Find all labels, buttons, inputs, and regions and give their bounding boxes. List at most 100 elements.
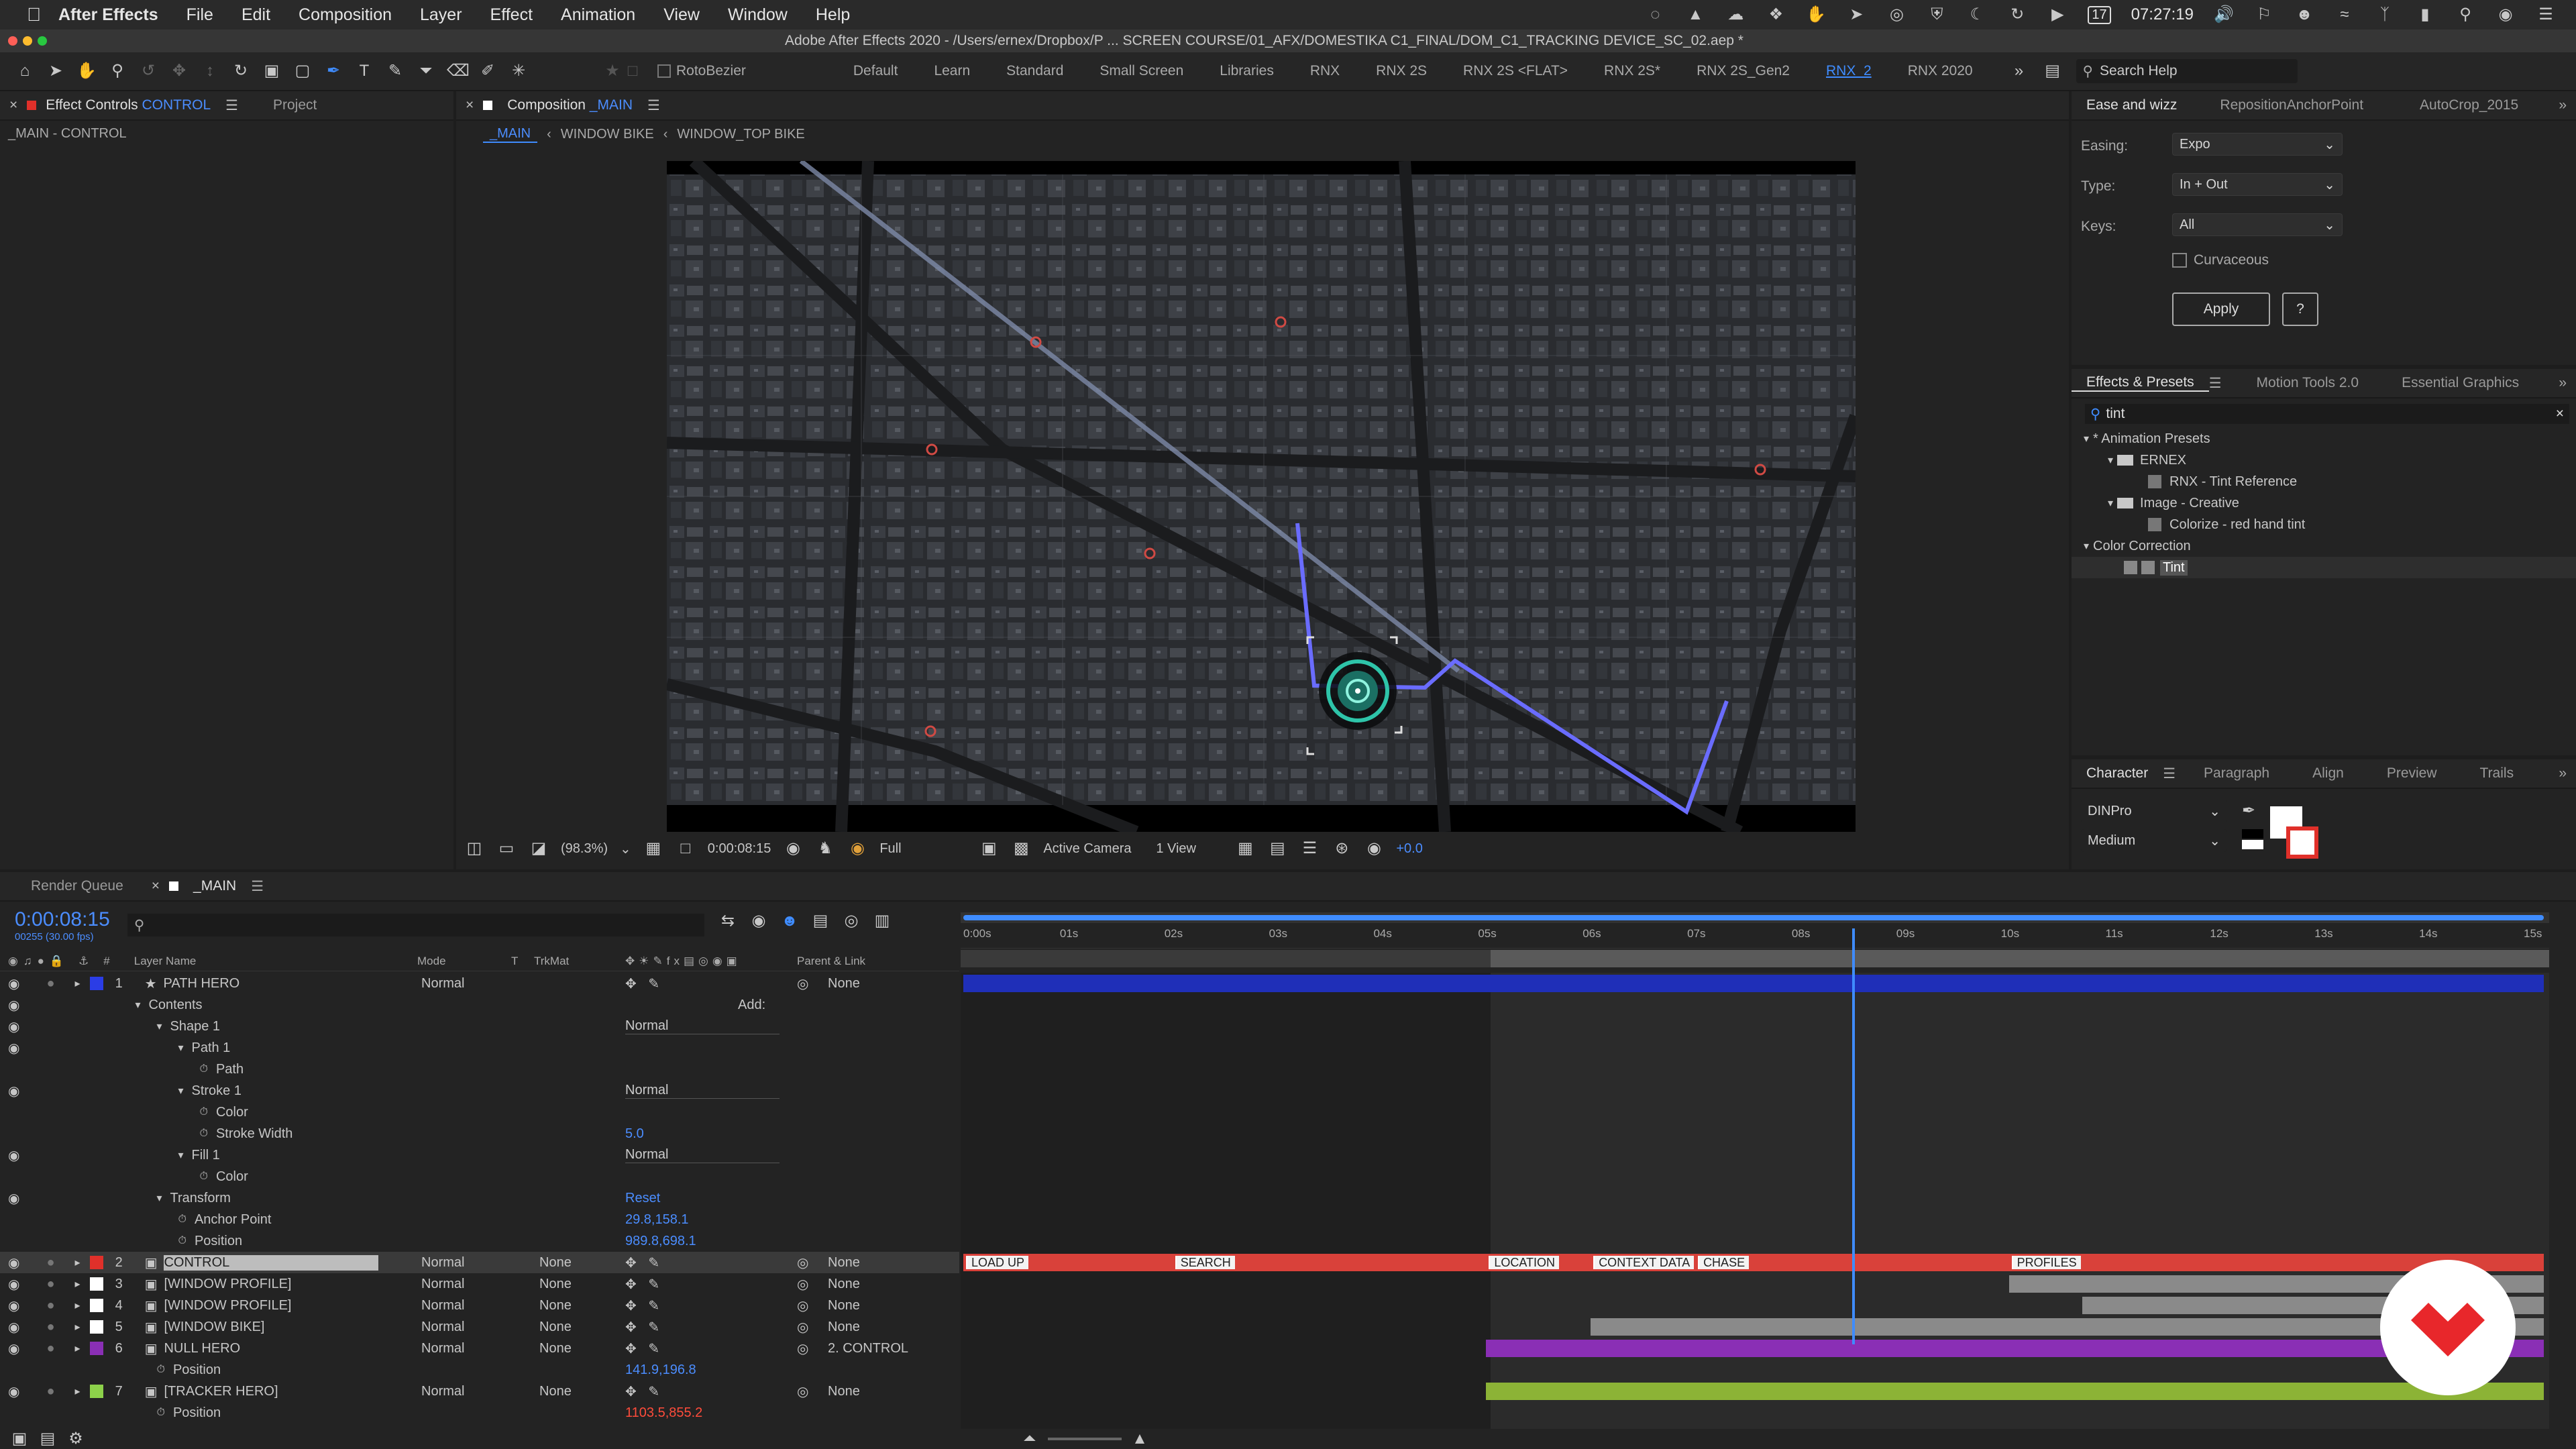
curvaceous-checkbox[interactable] (2172, 253, 2187, 268)
comp-marker[interactable]: CONTEXT DATA (1593, 1256, 1695, 1269)
tab-motion-tools[interactable]: Motion Tools 2.0 (2242, 375, 2374, 391)
property-row[interactable]: ◉⏱Path (0, 1059, 959, 1080)
view-layout-select[interactable]: 1 View (1156, 841, 1223, 857)
shy-layers-icon[interactable]: ☻ (780, 911, 800, 931)
parent-header[interactable]: Parent & Link (797, 955, 865, 968)
acrobat-icon[interactable]: ▲ (1685, 5, 1705, 25)
disclosure-triangle-icon[interactable]: ▾ (2108, 453, 2113, 467)
brush-tool-icon[interactable]: ✎ (385, 61, 405, 81)
home-icon[interactable]: ⌂ (15, 61, 35, 81)
property-row[interactable]: ◉ ▾ Shape 1 Normal (0, 1016, 959, 1037)
layer-name[interactable]: [WINDOW PROFILE] (164, 1298, 378, 1313)
menu-animation[interactable]: Animation (561, 5, 635, 25)
label-color-swatch[interactable] (89, 1320, 103, 1334)
workspace-learn[interactable]: Learn (934, 63, 970, 79)
tab-paragraph[interactable]: Paragraph (2189, 765, 2284, 782)
disclosure-triangle-icon[interactable]: ▾ (2084, 432, 2089, 445)
layer-mode[interactable]: Normal (421, 1341, 464, 1356)
type-tool-icon[interactable]: T (354, 61, 374, 81)
comp-marker[interactable]: PROFILES (2011, 1256, 2081, 1269)
effects-search-field[interactable]: ⚲ tint × (2085, 404, 2569, 424)
sync-settings-icon[interactable]: ▤ (2043, 61, 2063, 81)
layer-switches[interactable]: ✥ ✎ (625, 1319, 663, 1336)
work-area-range[interactable] (1491, 950, 2549, 967)
layer-mode[interactable]: Normal (421, 1277, 464, 1292)
eye-icon[interactable]: ◉ (8, 1319, 19, 1336)
layer-switches[interactable]: ✥ ✎ (625, 1297, 663, 1314)
menu-composition[interactable]: Composition (299, 5, 392, 25)
layer-name[interactable]: [WINDOW PROFILE] (164, 1277, 378, 1292)
layer-name[interactable]: NULL HERO (164, 1341, 378, 1356)
disclosure-triangle-icon[interactable]: ▾ (178, 1084, 183, 1097)
more-tabs-icon[interactable]: » (2559, 765, 2567, 782)
close-tab-icon[interactable]: × (9, 97, 17, 113)
panel-menu-icon[interactable]: ☰ (251, 878, 264, 895)
effects-tree-item[interactable]: Colorize - red hand tint (2072, 514, 2576, 535)
eye-icon[interactable]: ◉ (8, 1297, 19, 1314)
zoom-tool-icon[interactable]: ⚲ (107, 61, 127, 81)
layer-switches[interactable]: ✥ ✎ (625, 975, 663, 992)
workspace-rnx-2s-flat[interactable]: RNX 2S <FLAT> (1463, 63, 1568, 79)
tab-preview[interactable]: Preview (2372, 765, 2452, 782)
solo-switch[interactable]: ● (46, 1277, 54, 1292)
battery-icon[interactable]: ▮ (2415, 5, 2435, 25)
label-color-swatch[interactable] (89, 1385, 103, 1398)
solo-switch[interactable]: ● (46, 976, 54, 991)
more-tabs-icon[interactable]: » (2559, 97, 2567, 113)
workspace-rnx-2[interactable]: RNX_2 (1826, 63, 1872, 79)
tab-ease-and-wizz[interactable]: Ease and wizz (2072, 97, 2192, 113)
star-icon[interactable]: ★ (602, 61, 623, 81)
property-row[interactable]: ◉ ▾ Fill 1 Normal (0, 1144, 959, 1166)
broadcast-icon[interactable]: ◌ (1645, 5, 1665, 25)
control-center-icon[interactable]: ☰ (2536, 5, 2556, 25)
label-color-swatch[interactable] (89, 1277, 103, 1291)
workspace-rnx-2020[interactable]: RNX 2020 (1908, 63, 1973, 79)
pickwhip-icon[interactable]: ◎ (797, 1383, 808, 1400)
more-tabs-icon[interactable]: » (2559, 375, 2567, 391)
layer-name[interactable]: PATH HERO (164, 976, 378, 991)
type-select[interactable]: In + Out ⌄ (2172, 173, 2343, 196)
layer-mode[interactable]: Normal (421, 1320, 464, 1335)
show-snapshot-icon[interactable]: ♞ (815, 839, 835, 859)
navigator-range[interactable] (963, 915, 2544, 920)
layer-duration-bar[interactable] (963, 975, 2544, 992)
eye-icon[interactable]: ◉ (8, 997, 19, 1014)
disclosure-triangle-icon[interactable]: ▾ (156, 1020, 162, 1033)
tab-effect-controls[interactable]: Effect Controls CONTROL (36, 97, 225, 113)
font-style-select[interactable]: Medium ⌄ (2081, 829, 2227, 852)
add-property-label[interactable]: Add: (738, 998, 765, 1013)
eyedropper-icon[interactable]: ✒ (2242, 801, 2255, 820)
tab-trails[interactable]: Trails (2465, 765, 2529, 782)
property-value[interactable]: Normal (625, 1018, 780, 1034)
camera-select[interactable]: Active Camera (1043, 841, 1144, 857)
search-icon[interactable]: ⚲ (2455, 5, 2475, 25)
comp-marker[interactable]: LOCATION (1489, 1256, 1560, 1269)
menu-effect[interactable]: Effect (490, 5, 533, 25)
timeline-tracks[interactable]: LOAD UP SEARCH LOCATION CONTEXT DATA CHASE PR… (961, 973, 2549, 1429)
snapshot-icon[interactable]: ◉ (783, 839, 803, 859)
network-icon[interactable]: ⊛ (1332, 839, 1352, 859)
wifi-icon[interactable]: ≈ (2334, 5, 2355, 25)
layer-trkmat[interactable]: None (539, 1298, 572, 1313)
zoom-in-icon[interactable]: ▲ (1130, 1429, 1150, 1449)
disclosure-triangle-icon[interactable]: ▾ (2108, 496, 2113, 510)
label-color-swatch[interactable] (89, 977, 103, 990)
stopwatch-icon[interactable]: ⏱ (156, 1364, 164, 1376)
workspace-standard[interactable]: Standard (1006, 63, 1063, 79)
property-value[interactable]: 5.0 (625, 1126, 644, 1142)
layer-name[interactable]: CONTROL (164, 1254, 379, 1271)
playhead[interactable] (1851, 928, 1855, 1344)
property-row[interactable]: ◉⏱Position141.9,196.8 (0, 1359, 959, 1381)
effects-tree-item[interactable]: ▾ ERNEX (2072, 449, 2576, 471)
stroke-color-swatch[interactable] (2286, 826, 2318, 859)
layer-name[interactable]: [WINDOW BIKE] (164, 1320, 378, 1335)
panel-menu-icon[interactable]: ☰ (2163, 765, 2176, 782)
label-color-swatch[interactable] (89, 1342, 103, 1355)
property-value[interactable]: 1103.5,855.2 (625, 1405, 702, 1421)
label-color-swatch[interactable] (89, 1256, 103, 1269)
property-row[interactable]: ◉ ▾ Stroke 1 Normal (0, 1080, 959, 1102)
eye-icon[interactable]: ◉ (8, 1083, 19, 1099)
close-tab-icon[interactable]: × (152, 878, 160, 894)
pickwhip-icon[interactable]: ◎ (797, 1254, 808, 1271)
panel-menu-icon[interactable]: ☰ (647, 97, 660, 114)
